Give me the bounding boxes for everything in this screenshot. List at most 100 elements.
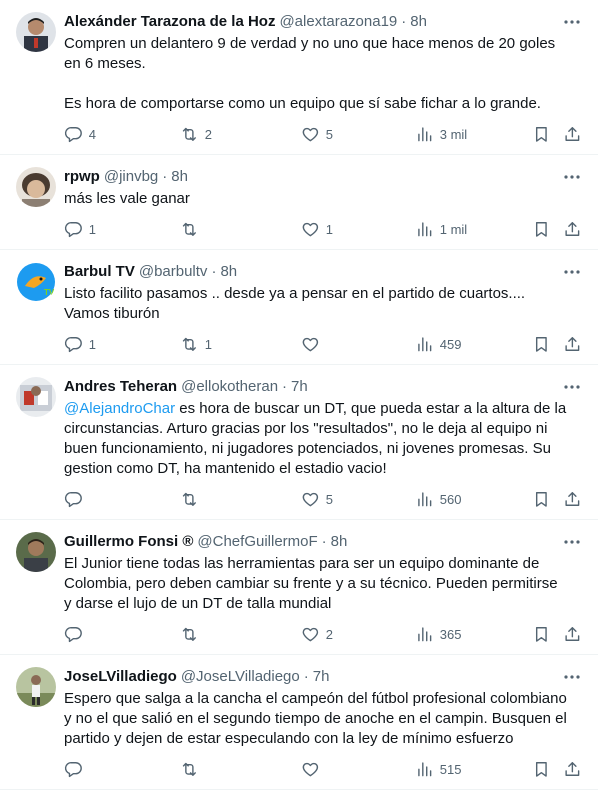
repost-button[interactable]: 2 (180, 114, 212, 154)
reply-icon (64, 221, 82, 237)
timestamp[interactable]: 8h (171, 167, 188, 187)
bookmark-button[interactable] (532, 614, 551, 654)
reply-feed: Alexánder Tarazona de la Hoz @alextarazo… (0, 0, 598, 790)
share-icon (565, 626, 580, 641)
reply-icon (64, 626, 82, 642)
more-icon[interactable] (562, 167, 582, 187)
views-button[interactable]: 515 (415, 749, 461, 789)
reply-button[interactable]: 4 (64, 114, 96, 154)
repost-count: 1 (204, 336, 212, 352)
avatar[interactable] (16, 167, 56, 207)
bookmark-button[interactable] (532, 324, 551, 364)
timestamp[interactable]: 7h (291, 377, 308, 397)
display-name[interactable]: Andres Teheran (64, 377, 177, 397)
avatar[interactable]: TV (16, 262, 56, 302)
reply-button[interactable]: 1 (64, 324, 96, 364)
like-count: 2 (325, 626, 333, 642)
share-button[interactable] (563, 114, 582, 154)
bookmark-button[interactable] (532, 479, 551, 519)
repost-button[interactable] (180, 479, 205, 519)
share-button[interactable] (563, 209, 582, 249)
reply-button[interactable]: 1 (64, 209, 96, 249)
like-button[interactable] (301, 324, 326, 364)
timestamp[interactable]: 8h (220, 262, 237, 282)
like-icon (302, 127, 319, 141)
timestamp[interactable]: 8h (331, 532, 348, 552)
more-icon[interactable] (562, 12, 582, 32)
more-icon[interactable] (562, 532, 582, 552)
repost-button[interactable] (180, 614, 205, 654)
display-name[interactable]: rpwp (64, 167, 100, 187)
tweet[interactable]: Andres Teheran @ellokotheran · 7h @Aleja… (0, 365, 598, 520)
views-button[interactable]: 560 (415, 479, 461, 519)
like-button[interactable] (301, 749, 326, 789)
more-icon[interactable] (562, 667, 582, 687)
tweet-header: Barbul TV @barbultv · 8h (64, 262, 582, 282)
reply-icon (64, 336, 82, 352)
user-handle[interactable]: @ChefGuillermoF (197, 532, 317, 552)
bookmark-icon (535, 126, 547, 142)
tweet[interactable]: JoseLVilladiego @JoseLVilladiego · 7h Es… (0, 655, 598, 790)
more-icon[interactable] (562, 377, 582, 397)
display-name[interactable]: Barbul TV (64, 262, 135, 282)
share-button[interactable] (563, 324, 582, 364)
bookmark-button[interactable] (532, 749, 551, 789)
repost-icon (182, 337, 196, 351)
reply-button[interactable] (64, 614, 89, 654)
views-count: 459 (439, 336, 462, 352)
views-icon (418, 492, 432, 506)
repost-button[interactable] (180, 209, 205, 249)
user-handle[interactable]: @jinvbg (104, 167, 158, 187)
user-handle[interactable]: @ellokotheran (181, 377, 278, 397)
display-name[interactable]: JoseLVilladiego (64, 667, 177, 687)
repost-button[interactable]: 1 (180, 324, 212, 364)
bookmark-button[interactable] (532, 209, 551, 249)
more-icon[interactable] (562, 262, 582, 282)
views-button[interactable]: 365 (415, 614, 461, 654)
reply-icon (64, 126, 82, 142)
reply-icon (64, 761, 82, 777)
avatar[interactable] (16, 12, 56, 52)
share-button[interactable] (563, 614, 582, 654)
avatar[interactable] (16, 667, 56, 707)
views-button[interactable]: 459 (415, 324, 461, 364)
views-count: 3 mil (439, 126, 468, 142)
reply-button[interactable] (64, 749, 89, 789)
share-button[interactable] (563, 479, 582, 519)
like-button[interactable]: 2 (301, 614, 333, 654)
views-button[interactable]: 1 mil (415, 209, 467, 249)
avatar[interactable] (16, 532, 56, 572)
timestamp[interactable]: 8h (410, 12, 427, 32)
user-handle[interactable]: @JoseLVilladiego (181, 667, 300, 687)
avatar[interactable] (16, 377, 56, 417)
tweet[interactable]: Alexánder Tarazona de la Hoz @alextarazo… (0, 0, 598, 155)
tweet-header: Guillermo Fonsi ® @ChefGuillermoF · 8h (64, 532, 582, 552)
tweet[interactable]: rpwp @jinvbg · 8h más les vale ganar 1 1 (0, 155, 598, 250)
display-name[interactable]: Alexánder Tarazona de la Hoz (64, 12, 275, 32)
tweet[interactable]: Guillermo Fonsi ® @ChefGuillermoF · 8h E… (0, 520, 598, 655)
timestamp[interactable]: 7h (313, 667, 330, 687)
like-button[interactable]: 5 (301, 114, 333, 154)
bookmark-icon (535, 221, 547, 237)
action-bar: 5 560 (64, 479, 582, 519)
share-icon (565, 491, 580, 506)
like-button[interactable]: 5 (301, 479, 333, 519)
tweet-header: JoseLVilladiego @JoseLVilladiego · 7h (64, 667, 582, 687)
action-bar: 1 1 1 mil (64, 209, 582, 249)
bookmark-icon (535, 626, 547, 642)
display-name[interactable]: Guillermo Fonsi ® (64, 532, 193, 552)
like-count: 5 (325, 126, 333, 142)
repost-button[interactable] (180, 749, 205, 789)
views-count: 1 mil (439, 221, 468, 237)
user-handle[interactable]: @alextarazona19 (279, 12, 397, 32)
reply-count: 4 (88, 126, 96, 142)
views-button[interactable]: 3 mil (415, 114, 467, 154)
tweet[interactable]: TV Barbul TV @barbultv · 8h Listo facili… (0, 250, 598, 365)
mention-link[interactable]: @AlejandroChar (64, 400, 175, 417)
user-handle[interactable]: @barbultv (139, 262, 208, 282)
share-button[interactable] (563, 749, 582, 789)
reply-button[interactable] (64, 479, 89, 519)
bookmark-button[interactable] (532, 114, 551, 154)
like-button[interactable]: 1 (301, 209, 333, 249)
action-bar: 2 365 (64, 614, 582, 654)
